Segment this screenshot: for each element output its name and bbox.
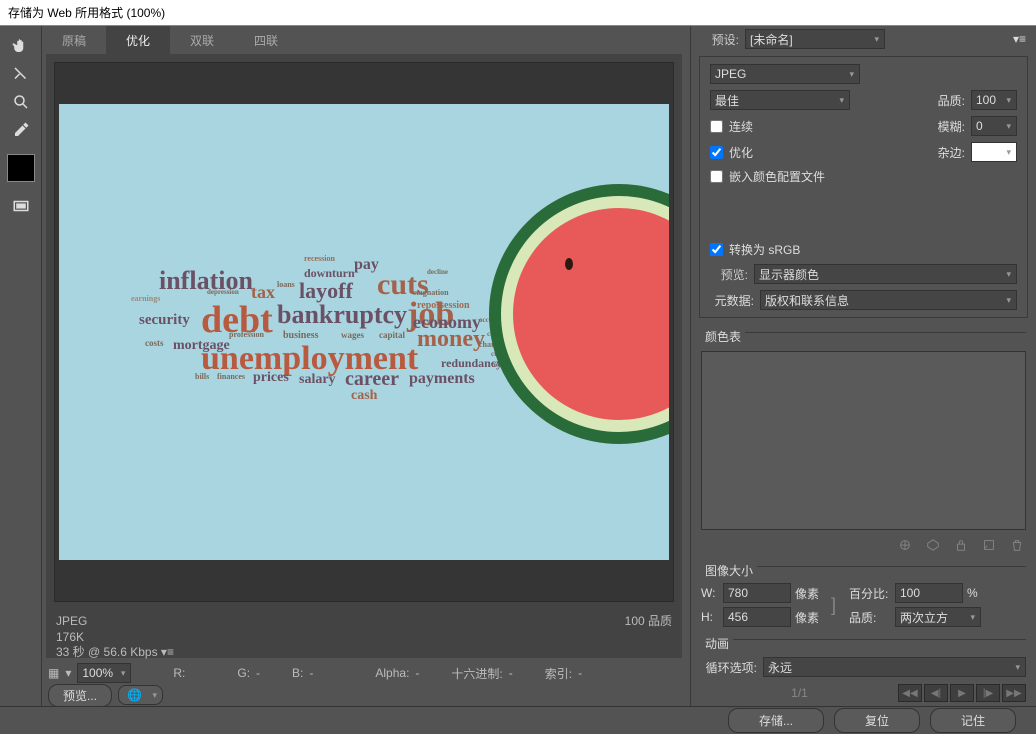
wordcloud-word: bankruptcy bbox=[277, 300, 407, 330]
tab-2up[interactable]: 双联 bbox=[170, 26, 234, 54]
wordcloud-word: costs bbox=[145, 338, 164, 348]
wordcloud-word: salary bbox=[299, 372, 336, 388]
browser-preview-dropdown[interactable]: 🌐 bbox=[118, 685, 163, 705]
palette-icon[interactable]: ▦ bbox=[48, 666, 59, 680]
footer-left: 预览... 🌐 bbox=[42, 684, 690, 706]
height-input[interactable] bbox=[723, 607, 791, 627]
wordcloud-word: earnings bbox=[131, 294, 160, 303]
hand-tool-icon[interactable] bbox=[9, 34, 33, 58]
color-table-group: 颜色表 bbox=[691, 322, 1036, 347]
metadata-select[interactable] bbox=[760, 290, 1017, 310]
wordcloud-word: loans bbox=[277, 280, 295, 289]
new-color-icon[interactable] bbox=[982, 538, 996, 552]
slice-tool-icon[interactable] bbox=[9, 62, 33, 86]
lock-color-icon[interactable] bbox=[954, 538, 968, 552]
viewer-panel: inflationrecessionpaydepressiontaxloansl… bbox=[46, 54, 682, 658]
stats-bar: JPEG 176K 33 秒 @ 56.6 Kbps ▾≡ 100 品质 bbox=[46, 610, 682, 658]
canvas[interactable]: inflationrecessionpaydepressiontaxloansl… bbox=[54, 62, 674, 602]
view-tabs: 原稿 优化 双联 四联 bbox=[42, 26, 690, 54]
preset-select[interactable] bbox=[745, 29, 885, 49]
width-input[interactable] bbox=[723, 583, 791, 603]
stat-format: JPEG bbox=[56, 614, 174, 630]
eyedropper-tool-icon[interactable] bbox=[9, 118, 33, 142]
palette-menu-icon[interactable]: ▾ bbox=[65, 666, 71, 680]
wordcloud-word: wages bbox=[341, 330, 364, 340]
progressive-checkbox[interactable] bbox=[710, 120, 723, 133]
preview-button[interactable]: 预览... bbox=[48, 684, 112, 707]
srgb-checkbox[interactable] bbox=[710, 243, 723, 256]
stat-size: 176K bbox=[56, 630, 174, 646]
wordcloud-word: decline bbox=[427, 268, 448, 276]
zoom-input[interactable] bbox=[77, 663, 131, 683]
last-frame-button[interactable]: ▶▶ bbox=[1002, 684, 1026, 702]
play-button[interactable]: ▶ bbox=[950, 684, 974, 702]
link-icon[interactable]: ] bbox=[831, 595, 845, 616]
wordcloud-word: capital bbox=[379, 330, 405, 340]
tab-4up[interactable]: 四联 bbox=[234, 26, 298, 54]
zoom-tool-icon[interactable] bbox=[9, 90, 33, 114]
image-preview: inflationrecessionpaydepressiontaxloansl… bbox=[59, 104, 669, 560]
matte-color[interactable] bbox=[971, 142, 1017, 162]
stat-quality: 100 品质 bbox=[625, 614, 672, 630]
remember-button[interactable]: 记住 bbox=[930, 708, 1016, 733]
wordcloud-word: repossession bbox=[417, 300, 470, 311]
panel-menu-icon[interactable]: ▾≡ bbox=[1013, 32, 1026, 46]
first-frame-button[interactable]: ◀◀ bbox=[898, 684, 922, 702]
slice-visibility-icon[interactable] bbox=[9, 194, 33, 218]
quality-input[interactable] bbox=[971, 90, 1017, 110]
wordcloud-word: depression bbox=[207, 288, 239, 296]
window-title: 存储为 Web 所用格式 (100%) bbox=[8, 6, 165, 20]
blur-input[interactable] bbox=[971, 116, 1017, 136]
frame-indicator: 1/1 bbox=[791, 686, 808, 700]
tool-palette bbox=[0, 26, 42, 706]
optimize-checkbox[interactable] bbox=[710, 146, 723, 159]
wordcloud-word: money bbox=[417, 326, 485, 353]
tab-original[interactable]: 原稿 bbox=[42, 26, 106, 54]
format-select[interactable] bbox=[710, 64, 860, 84]
next-frame-button[interactable]: |▶ bbox=[976, 684, 1000, 702]
stat-menu-icon[interactable]: ▾≡ bbox=[161, 645, 174, 659]
tab-optimized[interactable]: 优化 bbox=[106, 26, 170, 54]
wordcloud-word: prices bbox=[253, 370, 289, 386]
bottom-readout: ▦ ▾ R: G:- B:- Alpha:- 十六进制:- 索引:- bbox=[42, 662, 690, 684]
shift-color-icon[interactable] bbox=[926, 538, 940, 552]
wordcloud-word: finances bbox=[217, 372, 245, 381]
app-body: 原稿 优化 双联 四联 inflationrecessionpaydepress… bbox=[0, 26, 1036, 706]
stat-time: 33 秒 @ 56.6 Kbps bbox=[56, 645, 158, 659]
wordcloud-word: profession bbox=[229, 330, 264, 339]
quality-mode-select[interactable] bbox=[710, 90, 850, 110]
dialog-footer: 存储... 复位 记住 bbox=[0, 706, 1036, 734]
main-area: 原稿 优化 双联 四联 inflationrecessionpaydepress… bbox=[42, 26, 690, 706]
reset-button[interactable]: 复位 bbox=[834, 708, 920, 733]
wordcloud-word: payments bbox=[409, 370, 475, 388]
resample-select[interactable] bbox=[895, 607, 981, 627]
embed-profile-checkbox[interactable] bbox=[710, 170, 723, 183]
loop-select[interactable] bbox=[763, 657, 1026, 677]
watermelon-graphic bbox=[489, 184, 669, 444]
map-color-icon[interactable] bbox=[898, 538, 912, 552]
percent-input[interactable] bbox=[895, 583, 963, 603]
title-bar: 存储为 Web 所用格式 (100%) bbox=[0, 0, 1036, 26]
preview-mode-select[interactable] bbox=[754, 264, 1017, 284]
wordcloud-word: stagnation bbox=[413, 288, 449, 297]
prev-frame-button[interactable]: ◀| bbox=[924, 684, 948, 702]
color-table-toolbar bbox=[691, 534, 1036, 556]
wordcloud-word: recession bbox=[304, 254, 335, 263]
save-button[interactable]: 存储... bbox=[728, 708, 824, 733]
wordcloud-word: bills bbox=[195, 372, 209, 381]
color-table[interactable] bbox=[701, 351, 1026, 530]
delete-color-icon[interactable] bbox=[1010, 538, 1024, 552]
wordcloud-word: pay bbox=[354, 256, 379, 274]
wordcloud-word: cash bbox=[351, 388, 377, 404]
wordcloud-word: security bbox=[139, 312, 190, 329]
wordcloud-word: downturn bbox=[304, 266, 355, 281]
settings-panel: 预设: ▾≡ 品质: 连续 模糊: bbox=[690, 26, 1036, 706]
color-swatch[interactable] bbox=[7, 154, 35, 182]
